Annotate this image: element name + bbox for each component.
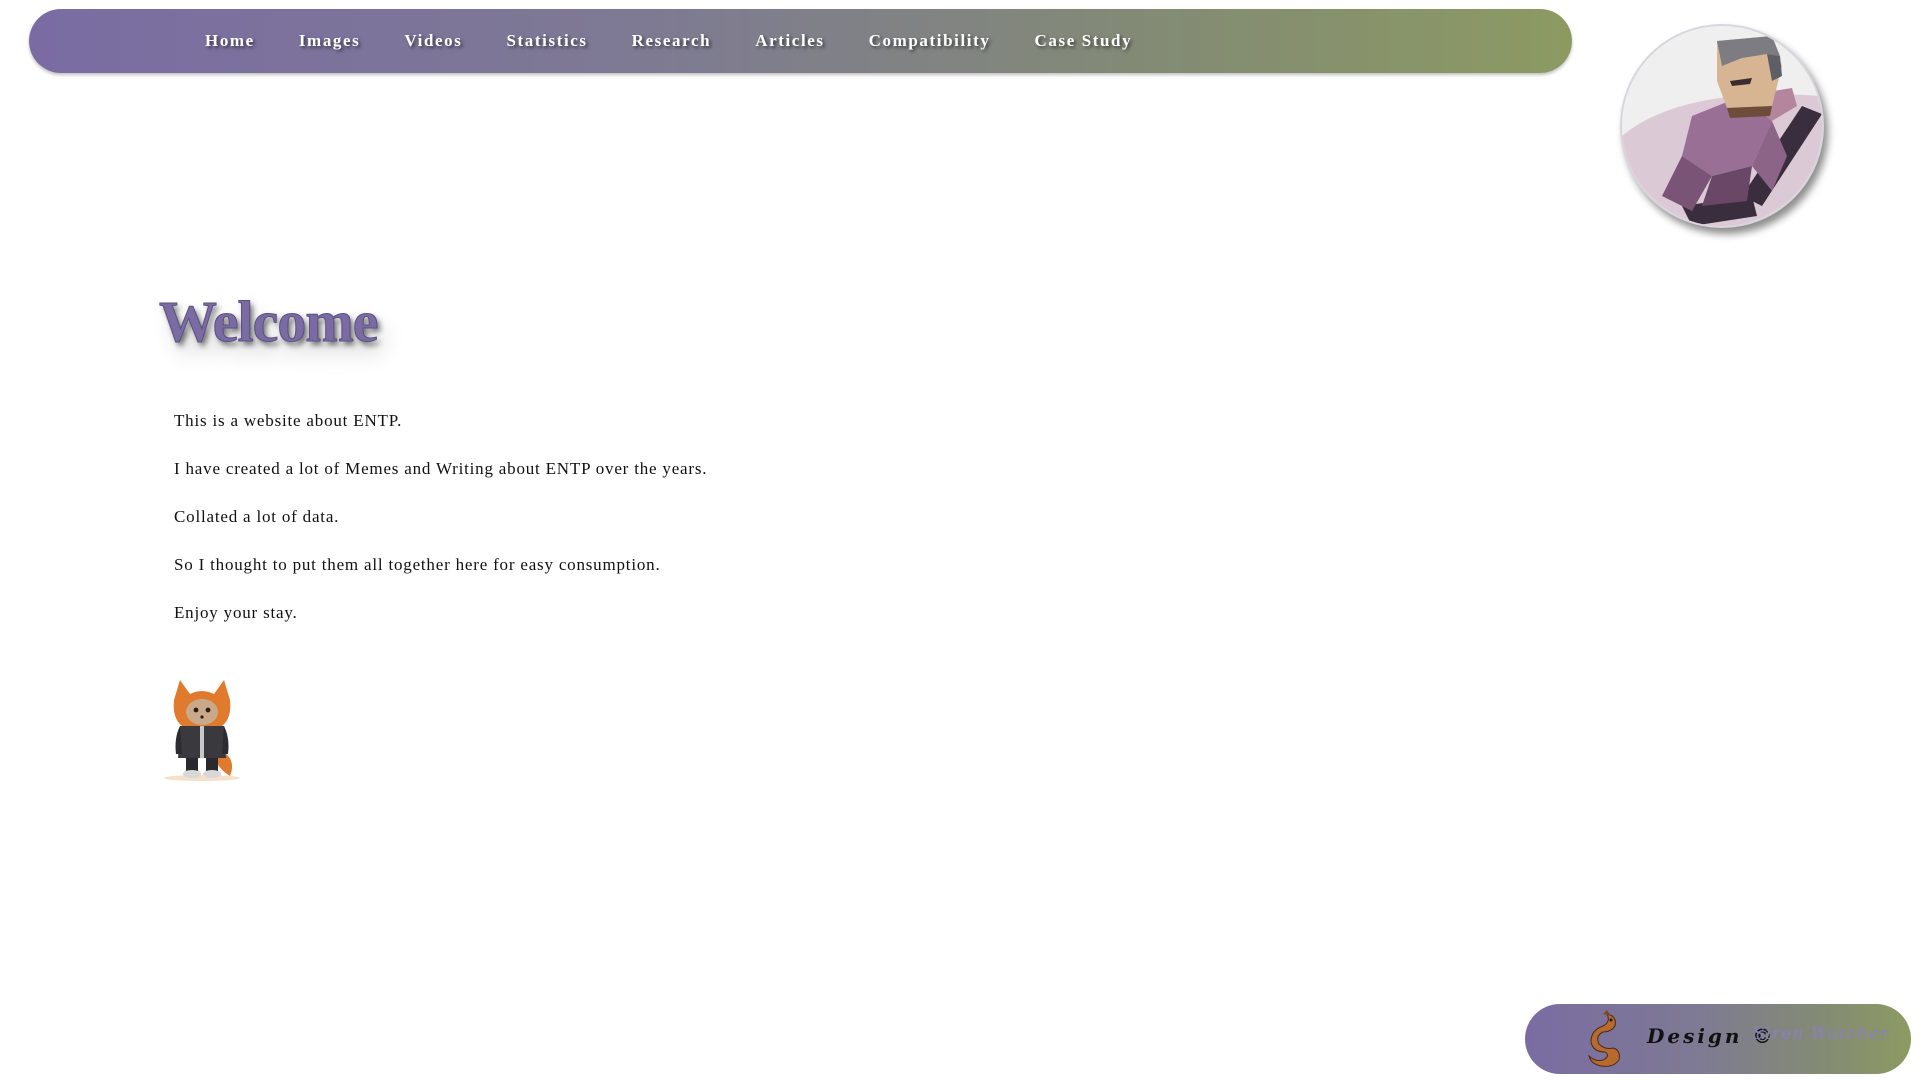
hooded-fox-icon (164, 680, 240, 781)
page-title: Welcome (158, 289, 378, 355)
intro-paragraph: Collated a lot of data. (174, 507, 340, 526)
fox-character-image (160, 678, 244, 782)
intro-paragraph: So I thought to put them all together he… (174, 555, 661, 574)
intro-paragraph: Enjoy your stay. (174, 603, 298, 622)
nav-item-statistics[interactable]: Statistics (506, 31, 587, 51)
nav-item-research[interactable]: Research (632, 31, 712, 51)
top-navbar: Home Images Videos Statistics Research A… (29, 9, 1572, 73)
footer: Design © Siren Watcher (1525, 1004, 1911, 1074)
nav-item-compatibility[interactable]: Compatibility (869, 31, 991, 51)
page: Home Images Videos Statistics Research A… (0, 0, 1920, 1080)
nav-item-videos[interactable]: Videos (404, 31, 462, 51)
lowpoly-man-avatar-icon (1622, 26, 1822, 226)
dragon-logo-icon (1581, 1010, 1627, 1070)
nav-item-articles[interactable]: Articles (755, 31, 824, 51)
intro-text: This is a website about ENTP. I have cre… (174, 410, 1074, 650)
intro-paragraph: This is a website about ENTP. (174, 411, 403, 430)
intro-paragraph: I have created a lot of Memes and Writin… (174, 459, 708, 478)
avatar[interactable] (1620, 24, 1824, 228)
footer-author-link[interactable]: Siren Watcher (1753, 1024, 1889, 1044)
nav-item-images[interactable]: Images (299, 31, 361, 51)
nav-list: Home Images Videos Statistics Research A… (205, 9, 1176, 73)
nav-item-home[interactable]: Home (205, 31, 255, 51)
nav-item-case-study[interactable]: Case Study (1035, 31, 1133, 51)
